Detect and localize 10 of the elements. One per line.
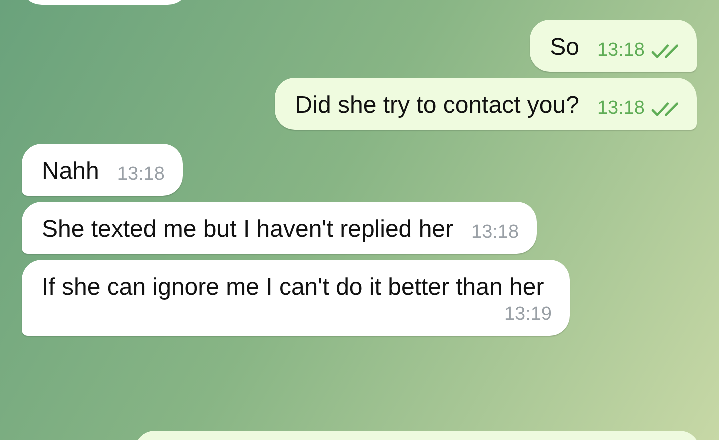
message-time: 13:18 <box>117 164 165 186</box>
message-time: 13:18 <box>597 98 645 120</box>
message-text: So <box>550 33 580 63</box>
message-time: 13:19 <box>504 304 552 326</box>
message-text: Did she try to contact you? <box>295 91 580 121</box>
message-text: If she can ignore me I can't do it better than her <box>42 273 544 303</box>
message-time: 13:18 <box>472 222 520 244</box>
message-text: She texted me but I haven't replied her <box>42 215 454 245</box>
message-time: 13:18 <box>597 40 645 62</box>
message-text: Nahh <box>42 157 100 187</box>
